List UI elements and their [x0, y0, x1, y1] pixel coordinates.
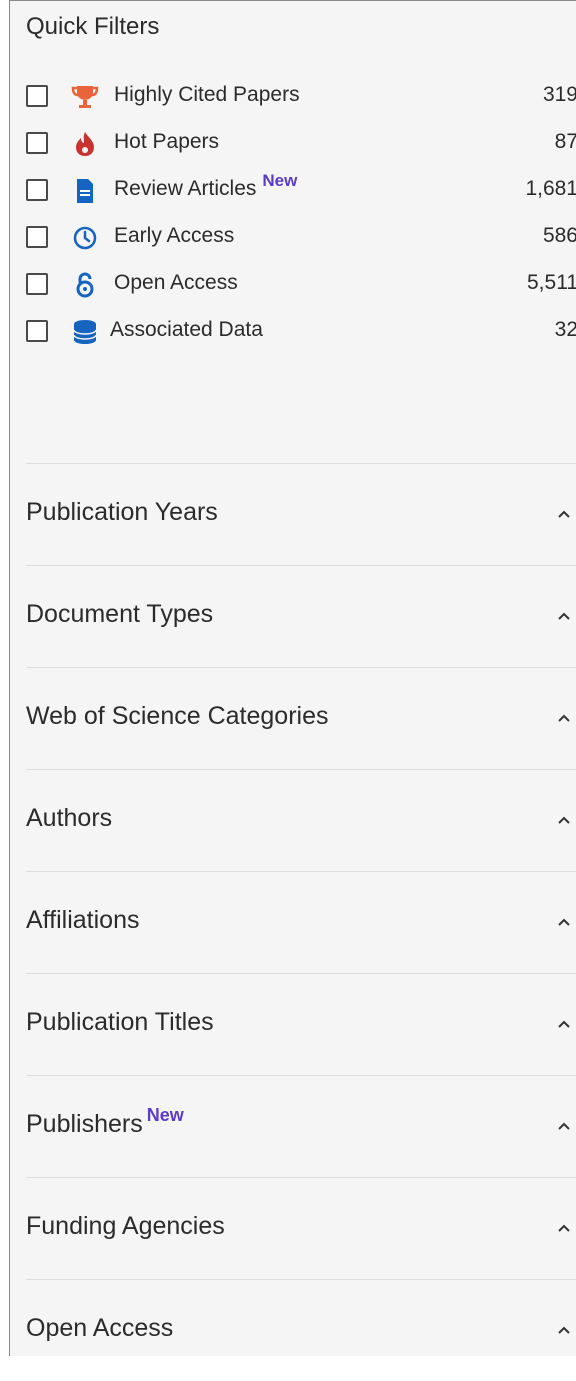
section-authors[interactable]: Authors [26, 769, 576, 871]
checkbox[interactable] [26, 226, 48, 248]
filter-label: Highly Cited Papers [114, 83, 300, 106]
checkbox[interactable] [26, 273, 48, 295]
section-label: Affiliations [26, 906, 140, 934]
section-label: Publication Titles [26, 1008, 214, 1036]
checkbox[interactable] [26, 132, 48, 154]
clock-icon [70, 224, 100, 252]
flame-icon [70, 130, 100, 158]
open-lock-icon [70, 271, 100, 299]
filter-count: 32 [554, 318, 576, 341]
quick-filter-highly-cited[interactable]: Highly Cited Papers 319 [10, 75, 576, 122]
filter-count: 87 [554, 130, 576, 153]
quick-filter-review-articles[interactable]: Review Articles New 1,681 [10, 169, 576, 216]
section-publication-years[interactable]: Publication Years [26, 463, 576, 565]
section-label: Authors [26, 804, 113, 832]
section-label: Open Access [26, 1314, 174, 1342]
database-icon [70, 318, 100, 346]
chevron-up-icon[interactable] [556, 610, 572, 622]
filter-label: Associated Data [110, 318, 263, 341]
filter-count: 586 [542, 224, 576, 247]
document-icon [70, 177, 100, 205]
checkbox[interactable] [26, 320, 48, 342]
refine-sections: Publication Years Document Types Web of … [26, 463, 576, 1381]
quick-filters-title: Quick Filters [26, 13, 160, 40]
quick-filter-associated-data[interactable]: Associated Data 32 [10, 310, 576, 357]
chevron-up-icon[interactable] [556, 712, 572, 724]
filter-count: 5,511 [527, 271, 576, 294]
chevron-up-icon[interactable] [556, 1222, 572, 1234]
filter-label: Early Access [114, 224, 235, 247]
chevron-up-icon[interactable] [556, 508, 572, 520]
trophy-icon [70, 83, 100, 111]
section-wos-categories[interactable]: Web of Science Categories [26, 667, 576, 769]
chevron-up-icon[interactable] [556, 1120, 572, 1132]
chevron-up-icon[interactable] [556, 916, 572, 928]
checkbox[interactable] [26, 85, 48, 107]
quick-filter-hot-papers[interactable]: Hot Papers 87 [10, 122, 576, 169]
section-label: Publishers New [26, 1105, 184, 1138]
refine-panel: Quick Filters Highly Cited Papers 319 Ho… [9, 0, 576, 1356]
filter-label: Hot Papers [114, 130, 220, 153]
chevron-up-icon[interactable] [556, 814, 572, 826]
section-affiliations[interactable]: Affiliations [26, 871, 576, 973]
quick-filter-open-access[interactable]: Open Access 5,511 [10, 263, 576, 310]
section-label: Publication Years [26, 498, 218, 526]
section-label: Document Types [26, 600, 214, 628]
chevron-up-icon[interactable] [556, 1324, 572, 1336]
section-open-access[interactable]: Open Access [26, 1279, 576, 1381]
filter-label: Open Access [114, 271, 238, 294]
section-label: Web of Science Categories [26, 702, 329, 730]
checkbox[interactable] [26, 179, 48, 201]
quick-filter-early-access[interactable]: Early Access 586 [10, 216, 576, 263]
section-publication-titles[interactable]: Publication Titles [26, 973, 576, 1075]
filter-label: Review Articles New [114, 171, 298, 200]
new-badge: New [146, 1105, 184, 1125]
filter-count: 319 [542, 83, 576, 106]
section-publishers[interactable]: Publishers New [26, 1075, 576, 1177]
section-funding-agencies[interactable]: Funding Agencies [26, 1177, 576, 1279]
chevron-up-icon[interactable] [556, 1018, 572, 1030]
new-badge: New [262, 171, 298, 190]
section-label: Funding Agencies [26, 1212, 225, 1240]
quick-filters-list: Highly Cited Papers 319 Hot Papers 87 Re… [10, 75, 576, 357]
section-document-types[interactable]: Document Types [26, 565, 576, 667]
filter-count: 1,681 [525, 177, 576, 200]
